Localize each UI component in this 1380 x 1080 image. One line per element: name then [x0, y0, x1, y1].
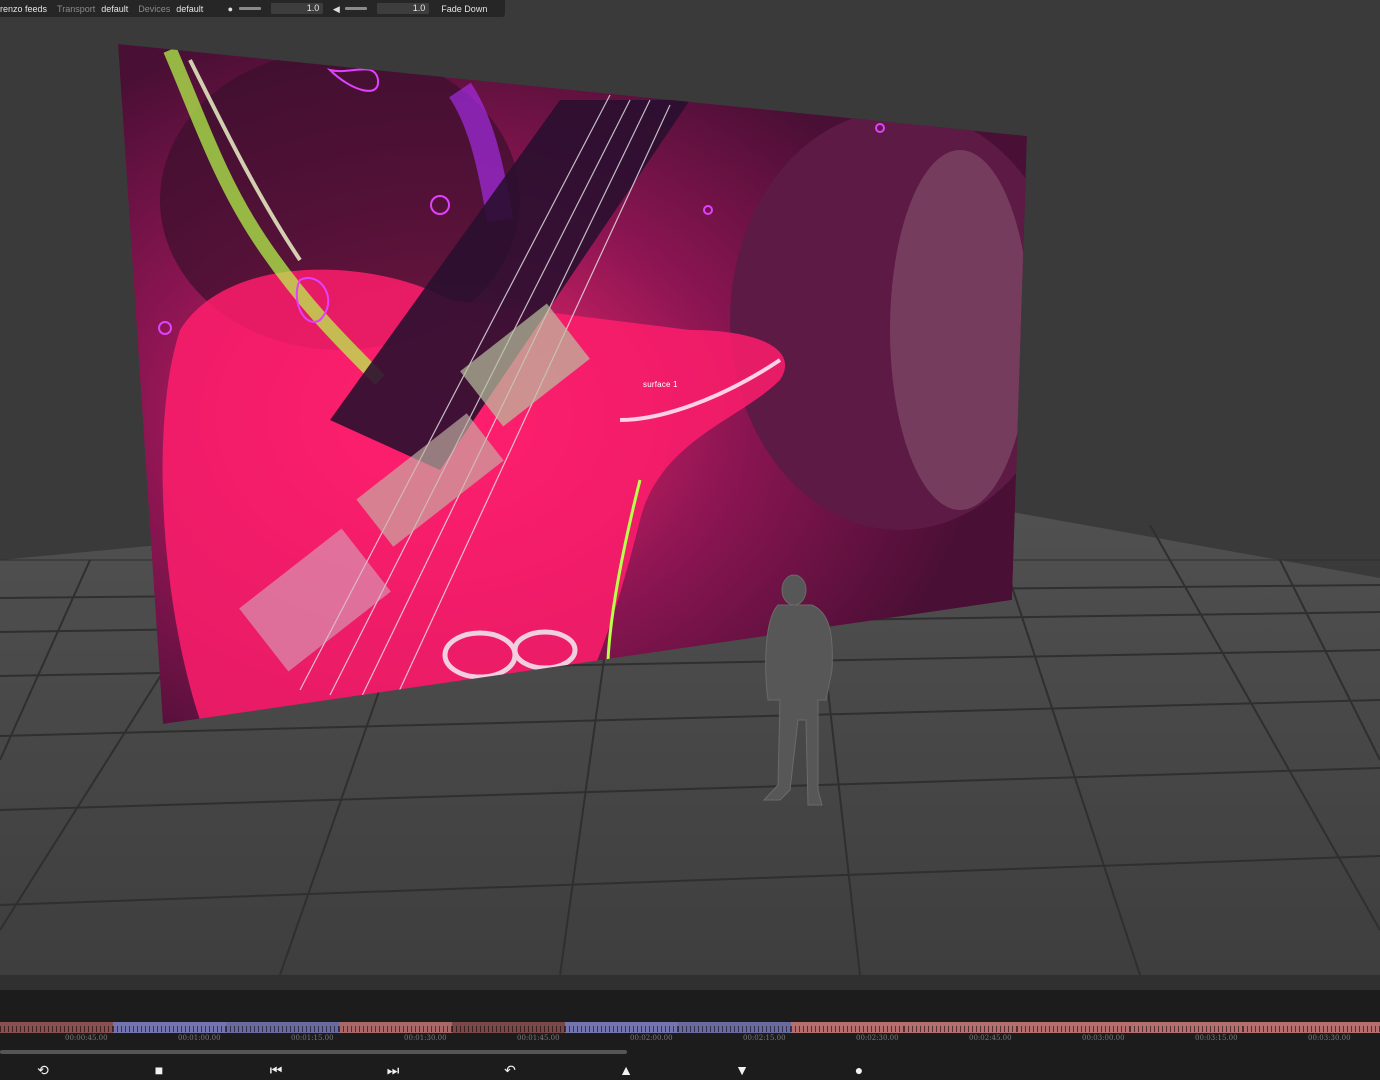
up-arrow-icon: ▲ — [619, 1062, 633, 1078]
timeline-clip[interactable] — [226, 1022, 339, 1034]
devices-label: Devices — [138, 3, 171, 14]
timeline-clip[interactable] — [1243, 1022, 1380, 1034]
volume-value-field[interactable]: 1.0 — [377, 3, 430, 14]
timeline-clip[interactable] — [113, 1022, 226, 1034]
skip-back-button[interactable]: ⏮ — [265, 1060, 287, 1080]
timeline-time-label: 00:02:00.00 — [630, 1034, 673, 1042]
volume-icon: ◀ — [332, 3, 340, 14]
timeline-time-label: 00:00:45.00 — [65, 1034, 108, 1042]
timeline-time-label: 00:02:15.00 — [743, 1034, 786, 1042]
timeline-time-label: 00:01:00.00 — [178, 1034, 221, 1042]
loop-icon: ⟲ — [37, 1061, 49, 1078]
brightness-value-field[interactable]: 1.0 — [271, 3, 324, 14]
scrub-bar[interactable] — [0, 1050, 627, 1054]
viewport-footer — [0, 975, 1380, 990]
record-button[interactable]: ● — [848, 1060, 870, 1080]
stop-button[interactable]: ■ — [148, 1060, 170, 1080]
timeline-time-label: 00:01:30.00 — [404, 1034, 447, 1042]
timeline-clip[interactable] — [0, 1022, 113, 1034]
transport-label: Transport — [57, 3, 96, 14]
down-arrow-icon: ▼ — [735, 1062, 749, 1078]
timeline-strip[interactable] — [0, 1022, 1380, 1034]
timeline-clip[interactable] — [565, 1022, 678, 1034]
timeline-time-label: 00:03:30.00 — [1308, 1034, 1351, 1042]
down-arrow-button[interactable]: ▼ — [731, 1060, 753, 1080]
timeline-clip[interactable] — [791, 1022, 904, 1034]
skip-back-icon: ⏮ — [269, 1061, 283, 1078]
timeline-time-label: 00:02:45.00 — [969, 1034, 1012, 1042]
transport-controls: ⟲ ■ ⏮ ⏭ ↶ ▲ ▼ ● — [0, 1060, 1380, 1080]
timeline-clip[interactable] — [678, 1022, 791, 1034]
timeline-time-label: 00:02:30.00 — [856, 1034, 899, 1042]
brightness-slider[interactable] — [239, 7, 262, 10]
undo-button[interactable]: ↶ — [499, 1060, 521, 1080]
timeline-clip[interactable] — [339, 1022, 452, 1034]
scene — [0, 0, 1380, 975]
3d-viewport[interactable] — [0, 0, 1380, 975]
timeline-clip[interactable] — [1017, 1022, 1130, 1034]
fade-down-button[interactable]: Fade Down — [441, 3, 487, 15]
timeline-time-label: 00:01:15.00 — [291, 1034, 334, 1042]
timeline-clip[interactable] — [904, 1022, 1017, 1034]
brightness-icon: ● — [227, 3, 234, 14]
feeds-label: renzo feeds — [0, 3, 48, 14]
stop-icon: ■ — [154, 1062, 164, 1078]
devices-select[interactable]: default — [176, 3, 203, 15]
skip-forward-button[interactable]: ⏭ — [382, 1060, 404, 1080]
timeline-time-label: 00:03:15.00 — [1195, 1034, 1238, 1042]
timeline-clip[interactable] — [1130, 1022, 1243, 1034]
volume-slider[interactable] — [345, 7, 368, 10]
surface-label: surface 1 — [643, 380, 678, 389]
up-arrow-button[interactable]: ▲ — [615, 1060, 637, 1080]
timeline-time-label: 00:03:00.00 — [1082, 1034, 1125, 1042]
transport-select[interactable]: default — [101, 3, 128, 15]
timeline-clip[interactable] — [452, 1022, 565, 1034]
top-toolbar: renzo feeds Transport default Devices de… — [0, 0, 505, 17]
undo-icon: ↶ — [504, 1061, 516, 1078]
record-icon: ● — [854, 1062, 864, 1078]
loop-button[interactable]: ⟲ — [32, 1060, 54, 1080]
timeline-time-label: 00:01:45.00 — [517, 1034, 560, 1042]
skip-forward-icon: ⏭ — [386, 1061, 400, 1078]
